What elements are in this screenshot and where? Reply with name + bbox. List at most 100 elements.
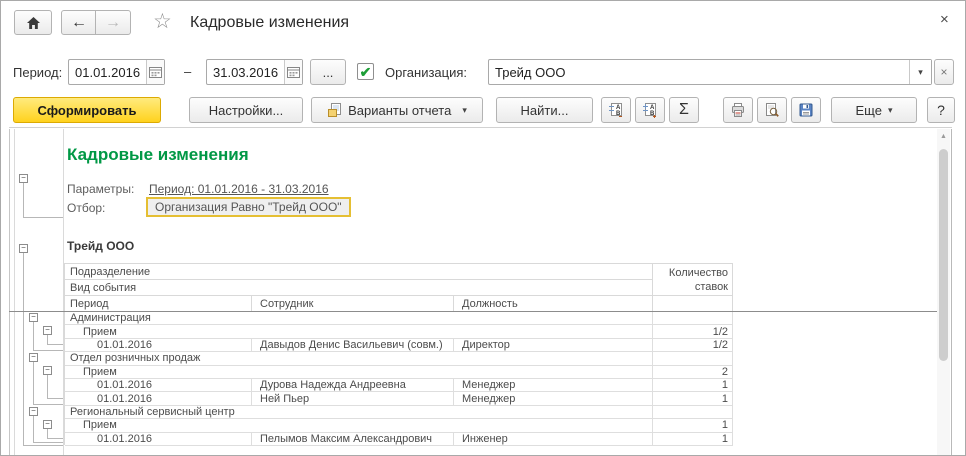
column-header-empty [653, 296, 733, 312]
report-variants-label: Варианты отчета [348, 102, 452, 118]
home-button[interactable] [14, 10, 52, 35]
print-button[interactable] [723, 97, 753, 123]
organization-value: Трейд ООО [495, 64, 566, 80]
calendar-button[interactable] [146, 60, 164, 84]
report-title[interactable]: Кадровые изменения [67, 145, 249, 165]
tree-connector [33, 404, 63, 405]
date-to-value: 31.03.2016 [213, 64, 279, 80]
combo-dropdown-button[interactable]: ▾ [909, 60, 931, 84]
period-label: Период: [13, 65, 63, 80]
filter-value[interactable]: Организация Равно "Трейд ООО" [146, 197, 351, 217]
back-button[interactable]: ← [61, 10, 97, 35]
printer-icon [730, 102, 746, 118]
table-row[interactable]: Прием 1/2 [65, 325, 733, 339]
tree-connector [33, 322, 34, 350]
save-icon [798, 102, 814, 118]
sum-button[interactable]: Σ [669, 97, 699, 123]
column-header-employee[interactable]: Сотрудник [252, 296, 454, 312]
chevron-down-icon: ▾ [887, 104, 893, 115]
collapse-toggle-event[interactable]: − [43, 326, 52, 335]
favorite-star-icon[interactable]: ☆ [153, 11, 172, 32]
tree-connector [47, 335, 48, 344]
table-row[interactable]: Прием 2 [65, 365, 733, 379]
table-body: Администрация Прием 1/2 01.01.2016 Давыд… [65, 312, 733, 446]
tree-connector [33, 416, 34, 442]
report-right-border [951, 129, 952, 455]
column-header-position[interactable]: Должность [454, 296, 653, 312]
table-row[interactable]: Отдел розничных продаж [65, 352, 733, 366]
page-title: Кадровые изменения [190, 14, 350, 31]
collapse-groups-icon: AB [608, 102, 624, 118]
calendar-button[interactable] [284, 60, 302, 84]
org-group-title[interactable]: Трейд ООО [67, 239, 134, 253]
help-button[interactable]: ? [927, 97, 955, 123]
scroll-up-icon[interactable]: ▲ [937, 131, 950, 143]
table-row[interactable]: 01.01.2016 Дурова Надежда Андреевна Мене… [65, 378, 733, 393]
expand-groups-button[interactable]: AB [635, 97, 665, 123]
collapse-toggle-org[interactable]: − [19, 244, 28, 253]
organization-label: Организация: [385, 65, 468, 80]
column-header-rate-count[interactable]: Количество ставок [653, 264, 733, 296]
table-row[interactable]: Региональный сервисный центр [65, 405, 733, 420]
forward-button[interactable]: → [95, 10, 131, 35]
forward-icon: → [105, 13, 121, 31]
more-button[interactable]: Еще ▾ [831, 97, 917, 123]
find-button[interactable]: Найти... [496, 97, 593, 123]
expand-groups-icon: AB [642, 102, 658, 118]
report-variants-button[interactable]: Варианты отчета ▾ [311, 97, 483, 123]
frozen-header-line [9, 311, 937, 312]
close-icon[interactable]: × [940, 12, 949, 27]
table-row[interactable]: Администрация [65, 312, 733, 326]
column-header-event-type[interactable]: Вид события [65, 280, 653, 296]
scrollbar-thumb[interactable] [939, 149, 948, 361]
save-button[interactable] [791, 97, 821, 123]
organization-combobox[interactable]: Трейд ООО ▾ [488, 59, 932, 85]
params-value[interactable]: Период: 01.01.2016 - 31.03.2016 [149, 182, 329, 196]
clear-icon: × [940, 65, 948, 79]
table-row[interactable]: 01.01.2016 Давыдов Денис Васильевич (сов… [65, 338, 733, 353]
collapse-toggle-event[interactable]: − [43, 420, 52, 429]
tree-connector [47, 375, 48, 398]
column-header-period[interactable]: Период [65, 296, 252, 312]
tree-connector [33, 442, 63, 443]
calendar-icon [149, 66, 163, 78]
collapse-groups-button[interactable]: AB [601, 97, 631, 123]
calendar-icon [287, 66, 301, 78]
generate-button[interactable]: Сформировать [13, 97, 161, 123]
filter-label: Отбор: [67, 201, 106, 215]
params-label: Параметры: [67, 182, 135, 196]
date-from-input[interactable]: 01.01.2016 [68, 59, 165, 85]
tree-connector [47, 438, 63, 439]
column-header-division[interactable]: Подразделение [65, 264, 653, 280]
table-row[interactable]: 01.01.2016 Ней Пьер Менеджер 1 [65, 392, 733, 406]
date-range-dash: – [184, 64, 192, 79]
chevron-down-icon: ▾ [462, 104, 467, 115]
tree-connector [33, 362, 34, 404]
date-to-input[interactable]: 31.03.2016 [206, 59, 303, 85]
collapse-toggle-event[interactable]: − [43, 366, 52, 375]
collapse-toggle-division[interactable]: − [29, 407, 38, 416]
period-choice-button[interactable]: ... [310, 59, 346, 85]
tree-connector [47, 398, 63, 399]
table-row[interactable]: 01.01.2016 Пелымов Максим Александрович … [65, 432, 733, 446]
collapse-toggle-header[interactable]: − [19, 174, 28, 183]
more-label: Еще [855, 102, 882, 118]
back-icon: ← [71, 13, 87, 31]
chevron-down-icon: ▾ [918, 66, 923, 77]
date-from-value: 01.01.2016 [75, 64, 141, 80]
tree-connector [47, 344, 63, 345]
report-variants-icon [327, 102, 343, 118]
collapse-toggle-division[interactable]: − [29, 353, 38, 362]
checkmark-icon: ✔ [359, 63, 372, 80]
tree-connector [23, 445, 63, 446]
tree-connector [23, 217, 63, 218]
toolbar-separator [9, 127, 952, 128]
tree-connector [33, 350, 63, 351]
table-row[interactable]: Прием 1 [65, 419, 733, 433]
home-icon [26, 16, 41, 30]
collapse-toggle-division[interactable]: − [29, 313, 38, 322]
print-preview-button[interactable] [757, 97, 787, 123]
organization-checkbox[interactable]: ✔ [357, 63, 374, 80]
settings-button[interactable]: Настройки... [189, 97, 303, 123]
combo-clear-button[interactable]: × [934, 59, 954, 85]
